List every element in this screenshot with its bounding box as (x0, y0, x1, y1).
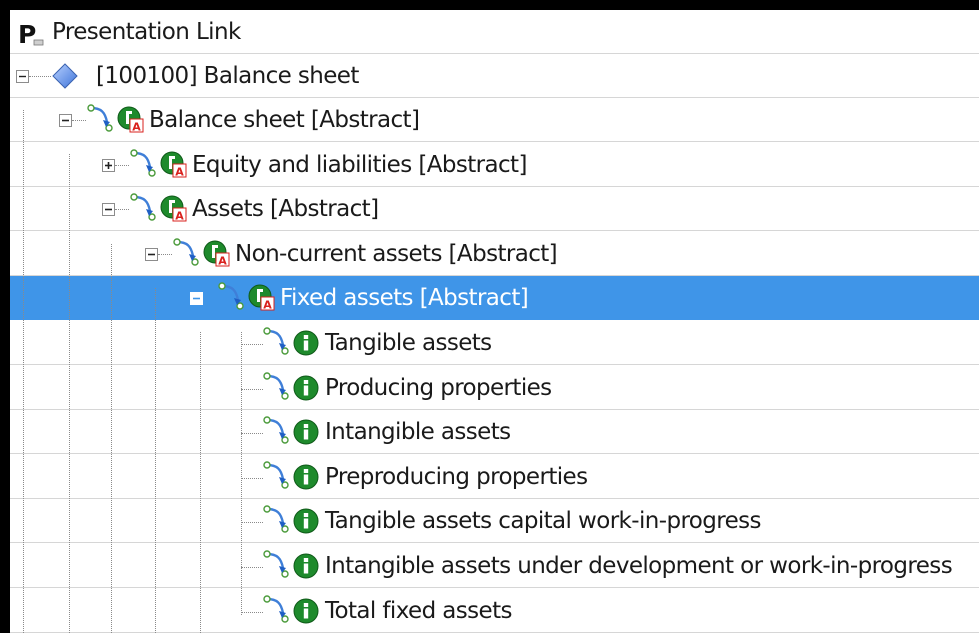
presentation-arc-icon (218, 282, 244, 311)
node-label: Preproducing properties (325, 463, 588, 490)
presentation-arc-icon (263, 505, 289, 534)
element-item-icon (293, 464, 319, 490)
element-item-icon (293, 508, 319, 534)
abstract-element-icon: A (117, 106, 144, 134)
collapse-toggle[interactable] (145, 247, 158, 261)
header-title: Presentation Link (52, 19, 241, 45)
minus-icon (193, 298, 200, 300)
node-label: Tangible assets (325, 330, 492, 356)
collapse-toggle[interactable] (102, 203, 115, 217)
presentation-arc-icon (87, 104, 113, 132)
abstract-element-icon: A (160, 195, 187, 223)
svg-text:A: A (175, 165, 184, 178)
element-item-icon (293, 419, 319, 445)
node-label: Intangible assets under development or w… (325, 553, 953, 579)
node-label: Producing properties (325, 374, 552, 401)
abstract-element-icon: A (160, 151, 187, 178)
tree-node[interactable]: A Non-current assets [Abstract] (10, 232, 979, 276)
expand-toggle[interactable] (102, 158, 115, 172)
element-item-icon (293, 375, 319, 401)
tree-node[interactable]: A Equity and liabilities [Abstract] (10, 143, 979, 187)
svg-text:A: A (218, 254, 227, 267)
minus-icon (62, 119, 69, 122)
plus-icon (105, 161, 112, 169)
tree-header: P Presentation Link (10, 10, 979, 54)
minus-icon (105, 208, 112, 211)
presentation-link-tree: P Presentation Link [100100] Balance she… (10, 10, 979, 633)
svg-text:A: A (132, 121, 141, 134)
minus-icon (148, 253, 155, 256)
guide-line (155, 288, 156, 633)
node-label: Assets [Abstract] (192, 196, 379, 223)
node-label: [100100] Balance sheet (96, 63, 359, 89)
presentation-arc-icon (263, 550, 289, 578)
node-label: Equity and liabilities [Abstract] (192, 151, 527, 178)
presentation-arc-icon (263, 461, 289, 489)
tree-node[interactable]: A Balance sheet [Abstract] (10, 98, 979, 142)
presentation-p-icon: P (18, 20, 44, 48)
collapse-toggle[interactable] (190, 292, 203, 306)
presentation-arc-icon (263, 594, 289, 623)
tree-root-node[interactable]: [100100] Balance sheet (10, 54, 979, 98)
guide-line (200, 332, 201, 633)
guide-line (111, 244, 112, 633)
node-label: Intangible assets (325, 419, 511, 446)
svg-text:A: A (175, 210, 184, 223)
abstract-element-icon: A (203, 240, 230, 267)
diamond-icon (52, 63, 78, 89)
guide-line (23, 110, 24, 633)
presentation-arc-icon (130, 193, 156, 221)
node-label: Tangible assets capital work-in-progress (325, 508, 762, 535)
element-item-icon (293, 598, 319, 624)
svg-text:P: P (18, 20, 36, 48)
abstract-element-icon: A (248, 284, 275, 312)
collapse-toggle[interactable] (59, 114, 72, 127)
guide-line (241, 332, 242, 615)
node-label: Balance sheet [Abstract] (149, 107, 420, 133)
node-label: Total fixed assets (325, 597, 512, 624)
presentation-arc-icon (263, 371, 289, 400)
node-label: Fixed assets [Abstract] (280, 285, 529, 312)
presentation-arc-icon (263, 327, 289, 355)
presentation-arc-icon (263, 416, 289, 444)
tree-node[interactable]: A Assets [Abstract] (10, 187, 979, 232)
minus-icon (19, 75, 26, 78)
node-label: Non-current assets [Abstract] (235, 240, 558, 267)
presentation-arc-icon (130, 148, 156, 177)
svg-text:A: A (263, 299, 272, 312)
guide-line (69, 154, 70, 633)
element-item-icon (293, 330, 319, 356)
element-item-icon (293, 553, 319, 579)
collapse-toggle[interactable] (16, 70, 29, 83)
presentation-arc-icon (173, 238, 199, 266)
